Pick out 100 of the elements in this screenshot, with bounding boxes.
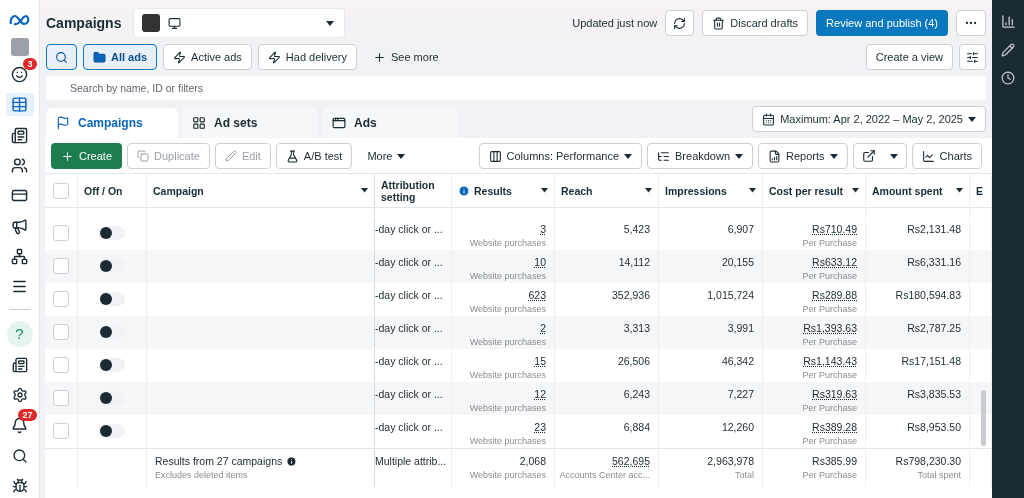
caret-icon <box>541 188 548 193</box>
table-cell[interactable]: Rs289.88 <box>812 289 857 301</box>
toggle-switch[interactable] <box>99 391 125 405</box>
caret-icon <box>645 188 652 193</box>
table-cell[interactable]: 10 <box>534 256 546 268</box>
discard-drafts-button[interactable]: Discard drafts <box>702 10 809 36</box>
table-cell[interactable]: 2 <box>540 322 546 334</box>
table-cell[interactable]: Rs710.49 <box>812 223 857 235</box>
toggle-switch[interactable] <box>99 424 125 438</box>
create-button[interactable]: Create <box>51 143 123 169</box>
grid-icon <box>192 116 206 130</box>
table-cell[interactable]: 562,695 <box>612 455 650 467</box>
table-cell[interactable]: 3 <box>540 223 546 235</box>
flag-icon <box>56 116 70 130</box>
trash-icon <box>712 16 726 30</box>
column-header[interactable]: Impressions <box>665 184 745 197</box>
table-cell[interactable]: 23 <box>534 421 546 433</box>
filter-button[interactable]: Had delivery <box>257 44 357 70</box>
column-header[interactable]: Amount spent <box>872 184 952 197</box>
scrollbar[interactable] <box>981 390 986 446</box>
people-icon[interactable] <box>11 156 28 174</box>
settings-button[interactable] <box>959 44 986 70</box>
table-cell[interactable]: Rs1,143.43 <box>803 355 857 367</box>
export-button[interactable] <box>852 143 907 169</box>
checkbox[interactable] <box>53 324 69 340</box>
table-cell: -day click or ... <box>375 322 443 334</box>
export-icon <box>861 149 876 163</box>
table-cell[interactable]: 15 <box>534 355 546 367</box>
tab[interactable]: Ad sets <box>182 108 318 138</box>
monitor-icon <box>168 16 182 30</box>
table-cell: 352,936 <box>612 289 650 301</box>
table-cell[interactable]: 623 <box>528 289 546 301</box>
toggle-switch[interactable] <box>99 358 125 372</box>
tab[interactable]: Campaigns <box>46 108 178 138</box>
cell-caption: Website purchases <box>469 304 546 314</box>
pencil-icon[interactable] <box>1001 43 1015 57</box>
checkbox[interactable] <box>53 225 69 241</box>
ab-test-button[interactable]: A/B test <box>275 143 353 169</box>
checkbox[interactable] <box>53 258 69 274</box>
review-publish-button[interactable]: Review and publish (4) <box>816 10 948 36</box>
table-cell: 6,243 <box>623 388 650 400</box>
columns-button[interactable]: Columns: Performance <box>478 143 642 169</box>
table-cell: -day click or ... <box>375 289 443 301</box>
refresh-button[interactable] <box>665 10 695 36</box>
face-icon[interactable] <box>11 65 28 83</box>
charts-button[interactable]: Charts <box>911 143 982 169</box>
toggle-switch[interactable] <box>99 292 125 306</box>
checkbox[interactable] <box>53 291 69 307</box>
filter-button[interactable]: Active ads <box>163 44 252 70</box>
infinity-logo-icon[interactable] <box>8 13 31 26</box>
filter-button[interactable]: All ads <box>83 44 158 70</box>
toggle-switch[interactable] <box>99 226 125 240</box>
bar-chart-icon[interactable] <box>1000 14 1016 29</box>
caret-icon <box>361 188 368 193</box>
more-menu-button[interactable]: More <box>357 143 416 169</box>
clock-icon[interactable] <box>1001 71 1015 85</box>
help-button[interactable]: ? <box>6 321 33 347</box>
column-header[interactable]: Reach <box>561 184 641 197</box>
toggle-switch[interactable] <box>99 325 125 339</box>
search-field[interactable]: Search by name, ID or filters <box>46 76 986 100</box>
column-header[interactable]: Off / On <box>84 184 140 197</box>
table-cell[interactable]: Rs633.12 <box>812 256 857 268</box>
column-header[interactable]: Attribution setting <box>381 178 445 203</box>
date-range-button[interactable]: Maximum: Apr 2, 2022 – May 2, 2025 <box>752 106 986 132</box>
table-cell[interactable]: Rs319.63 <box>812 388 857 400</box>
checkbox[interactable] <box>53 357 69 373</box>
checkbox[interactable] <box>53 182 69 199</box>
checkbox[interactable] <box>53 390 69 406</box>
account-selector[interactable] <box>133 8 346 38</box>
cell-caption: Per Purchase <box>802 271 857 281</box>
notification-badge: 27 <box>18 409 37 422</box>
column-header[interactable]: E <box>976 184 985 197</box>
column-header[interactable]: Results <box>474 184 537 197</box>
bell-icon[interactable] <box>11 417 28 435</box>
network-icon[interactable] <box>11 247 28 265</box>
search-icon[interactable] <box>11 448 28 465</box>
table-cell[interactable]: Rs389.28 <box>812 421 857 433</box>
cell-caption: Per Purchase <box>802 370 857 380</box>
account-avatar[interactable] <box>10 38 29 56</box>
newspaper-icon[interactable] <box>11 357 28 374</box>
table-cell[interactable]: Rs1,393.63 <box>803 322 857 334</box>
reports-button[interactable]: Reports <box>758 143 848 169</box>
bolt-icon <box>173 50 187 64</box>
settings-icon[interactable] <box>11 387 28 404</box>
table-cell[interactable]: 12 <box>534 388 546 400</box>
checkbox[interactable] <box>53 423 69 439</box>
create-view-button[interactable]: Create a view <box>865 44 953 70</box>
table-cell: -day click or ... <box>375 388 443 400</box>
search-button[interactable] <box>46 44 77 70</box>
toggle-switch[interactable] <box>99 259 125 273</box>
column-header[interactable]: Campaign <box>153 184 357 197</box>
table-icon[interactable] <box>11 96 28 114</box>
sliders-icon <box>966 50 979 64</box>
newspaper-icon[interactable] <box>11 126 28 144</box>
bug-icon[interactable] <box>11 478 28 495</box>
see-more-button[interactable]: See more <box>362 44 449 70</box>
breakdown-button[interactable]: Breakdown <box>647 143 754 169</box>
megaphone-icon[interactable] <box>11 217 28 235</box>
tab[interactable]: Ads <box>322 108 458 138</box>
column-header[interactable]: Cost per result <box>769 184 848 197</box>
